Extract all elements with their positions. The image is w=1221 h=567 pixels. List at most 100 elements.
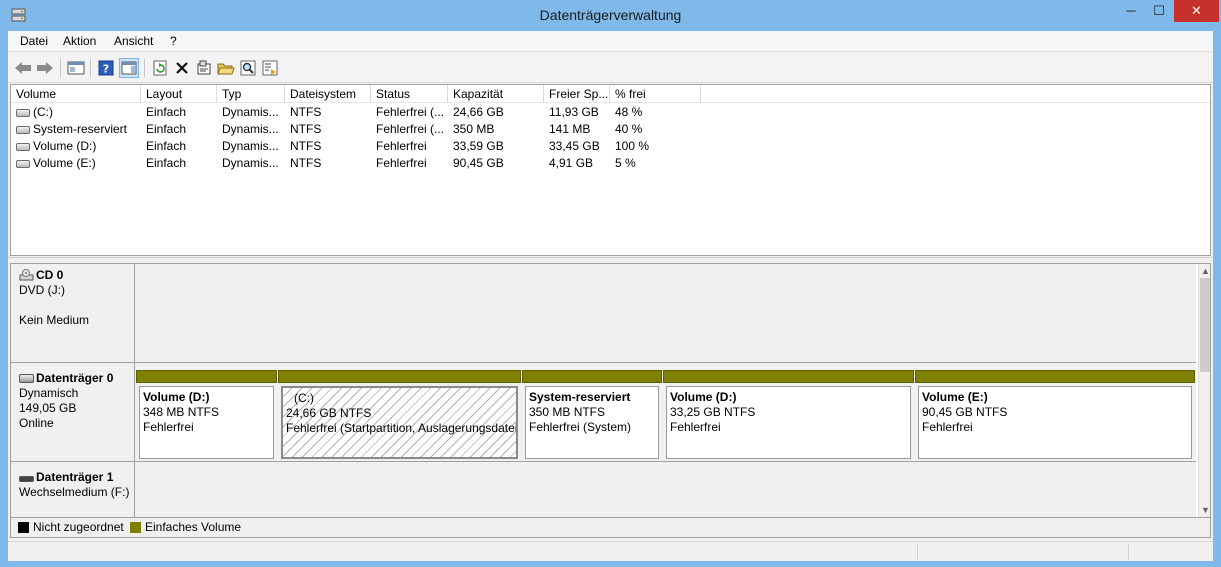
column-header-free-space[interactable]: Freier Sp... (544, 85, 610, 103)
free-space-cell: 141 MB (549, 122, 591, 136)
volume-drive-icon (16, 143, 30, 151)
svg-text:?: ? (103, 63, 109, 76)
table-row[interactable]: (C:) Einfach Dynamis... NTFS Fehlerfrei … (11, 104, 1210, 121)
partition-block-selected[interactable]: (C:) 24,66 GB NTFS Fehlerfrei (Startpart… (278, 368, 521, 462)
disk-area-disk0: Volume (D:) 348 MB NTFS Fehlerfrei (C:) … (135, 363, 1196, 462)
scrollbar-thumb[interactable] (1200, 278, 1210, 372)
layout-cell: Einfach (146, 139, 187, 153)
volume-cell: System-reserviert (11, 121, 141, 138)
partition-status: Fehlerfrei (922, 420, 973, 434)
type-cell: Dynamis... (222, 139, 279, 153)
filesystem-cell: NTFS (290, 105, 322, 119)
partition-size: 350 MB NTFS (529, 405, 606, 419)
search-icon[interactable] (238, 58, 258, 78)
column-header-capacity[interactable]: Kapazität (448, 85, 544, 103)
disk-label-disk1[interactable]: Datenträger 1 Wechselmedium (F:) (11, 462, 135, 517)
open-folder-icon[interactable] (216, 58, 236, 78)
volume-cell: Volume (E:) (11, 155, 141, 172)
toolbar-separator (144, 59, 145, 77)
capacity-cell: 33,59 GB (453, 139, 504, 153)
partition-block[interactable]: Volume (E:) 90,45 GB NTFS Fehlerfrei (915, 368, 1195, 462)
help-icon[interactable]: ? (96, 58, 116, 78)
menu-aktion[interactable]: Aktion (63, 34, 96, 48)
partition-status: Fehlerfrei (Startpartition, Auslagerungs… (286, 421, 518, 435)
maximize-button[interactable]: ☐ (1146, 0, 1172, 22)
partition-block[interactable]: Volume (D:) 33,25 GB NTFS Fehlerfrei (663, 368, 914, 462)
removable-media-icon (19, 476, 34, 482)
export-list-icon[interactable] (260, 58, 280, 78)
menu-help[interactable]: ? (170, 34, 177, 48)
legend-simple-volume-swatch (130, 522, 141, 533)
column-header-filesystem[interactable]: Dateisystem (285, 85, 371, 103)
partition-type-bar (663, 370, 914, 383)
volume-drive-icon (16, 109, 30, 117)
window-title: Datenträgerverwaltung (539, 7, 682, 23)
partition-size: 348 MB NTFS (143, 405, 220, 419)
table-row[interactable]: System-reserviert Einfach Dynamis... NTF… (11, 121, 1210, 138)
disk-label-disk0[interactable]: Datenträger 0 Dynamisch 149,05 GB Online (11, 363, 135, 461)
partition-body: Volume (E:) 90,45 GB NTFS Fehlerfrei (918, 386, 1192, 459)
back-arrow-icon[interactable] (13, 58, 33, 78)
table-row[interactable]: Volume (D:) Einfach Dynamis... NTFS Fehl… (11, 138, 1210, 155)
legend-bar: Nicht zugeordnet Einfaches Volume (10, 518, 1211, 538)
app-window: Datenträgerverwaltung ─ ☐ ✕ Datei Aktion… (0, 0, 1221, 567)
hard-disk-icon (19, 374, 34, 383)
disk-info-blank (19, 298, 134, 313)
partition-type-bar (915, 370, 1195, 383)
layout-cell: Einfach (146, 156, 187, 170)
table-row[interactable]: Volume (E:) Einfach Dynamis... NTFS Fehl… (11, 155, 1210, 172)
menu-datei[interactable]: Datei (20, 34, 48, 48)
scroll-down-arrow-icon[interactable]: ▼ (1199, 503, 1210, 517)
menu-ansicht[interactable]: Ansicht (114, 34, 153, 48)
disk-pane-scrollbar[interactable]: ▲ ▼ (1198, 264, 1210, 517)
toolbar-separator (60, 59, 61, 77)
partition-type-bar (522, 370, 662, 383)
percent-free-cell: 100 % (615, 139, 650, 153)
partition-type-bar (278, 370, 521, 383)
status-cell: Fehlerfrei (... (376, 105, 445, 119)
partition-status: Fehlerfrei (670, 420, 721, 434)
scroll-up-arrow-icon[interactable]: ▲ (1199, 264, 1210, 278)
show-hide-action-pane-icon[interactable] (119, 58, 139, 78)
properties-icon[interactable] (194, 58, 214, 78)
percent-free-cell: 48 % (615, 105, 643, 119)
title-bar[interactable]: Datenträgerverwaltung ─ ☐ ✕ (0, 0, 1221, 31)
type-cell: Dynamis... (222, 122, 279, 136)
partition-body: Volume (D:) 348 MB NTFS Fehlerfrei (139, 386, 274, 459)
column-header-status[interactable]: Status (371, 85, 448, 103)
disk-type: Dynamisch (19, 386, 79, 400)
status-cell: Fehlerfrei (... (376, 122, 445, 136)
forward-arrow-icon[interactable] (35, 58, 55, 78)
free-space-cell: 11,93 GB (549, 105, 599, 119)
partition-size: 33,25 GB NTFS (670, 405, 756, 419)
menu-bar: Datei Aktion Ansicht ? (8, 31, 1213, 52)
free-space-cell: 4,91 GB (549, 156, 594, 170)
column-header-volume[interactable]: Volume (11, 85, 141, 103)
column-header-type[interactable]: Typ (217, 85, 285, 103)
show-hide-console-tree-icon[interactable] (66, 58, 86, 78)
volume-drive-icon (16, 160, 30, 168)
column-header-layout[interactable]: Layout (141, 85, 217, 103)
refresh-icon[interactable] (150, 58, 170, 78)
partition-block[interactable]: System-reserviert 350 MB NTFS Fehlerfrei… (522, 368, 662, 462)
column-header-percent-free[interactable]: % frei (610, 85, 701, 103)
status-bar (8, 541, 1213, 561)
percent-free-cell: 40 % (615, 122, 643, 136)
partition-name: System-reserviert (529, 390, 631, 404)
disk-name: CD 0 (36, 268, 64, 282)
layout-cell: Einfach (146, 122, 187, 136)
disk-area-cd0 (135, 264, 1196, 362)
partition-status: Fehlerfrei (143, 420, 194, 434)
cd-drive-icon (19, 269, 34, 281)
partition-status: Fehlerfrei (System) (529, 420, 632, 434)
disk-label-cd0[interactable]: CD 0 DVD (J:) Kein Medium (11, 264, 135, 362)
delete-icon[interactable] (172, 58, 192, 78)
graphical-disk-pane: CD 0 DVD (J:) Kein Medium Datenträger 0 … (10, 263, 1211, 518)
volume-name: System-reserviert (33, 122, 128, 136)
partition-body: (C:) 24,66 GB NTFS Fehlerfrei (Startpart… (281, 386, 518, 459)
volume-drive-icon (16, 126, 30, 134)
close-button[interactable]: ✕ (1174, 0, 1219, 22)
minimize-button[interactable]: ─ (1118, 0, 1144, 22)
disk-drive-type: Wechselmedium (F:) (19, 485, 130, 499)
partition-block[interactable]: Volume (D:) 348 MB NTFS Fehlerfrei (136, 368, 277, 462)
